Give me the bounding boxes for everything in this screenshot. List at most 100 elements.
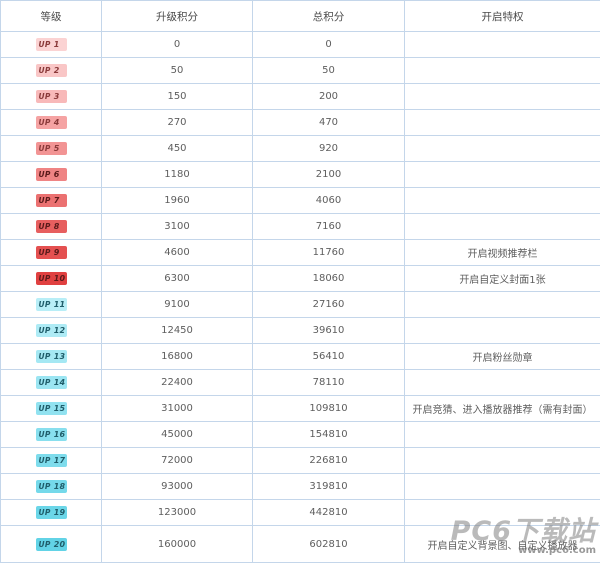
upgrade-points-cell: 3100 <box>102 214 253 240</box>
badge-prefix: UP <box>39 540 51 549</box>
total-points-cell: 200 <box>253 84 405 110</box>
total-points-cell: 4060 <box>253 188 405 214</box>
badge-level-number: 4 <box>54 118 60 127</box>
badge-level-number: 12 <box>54 326 66 335</box>
level-badge: UP4 <box>36 116 67 129</box>
header-row: 等级 升级积分 总积分 开启特权 <box>1 1 600 32</box>
upgrade-points-cell: 16800 <box>102 344 253 370</box>
privilege-cell <box>405 318 600 344</box>
privilege-cell <box>405 110 600 136</box>
upgrade-points-cell: 12450 <box>102 318 253 344</box>
total-points-cell: 442810 <box>253 500 405 526</box>
table-row: UP4270470 <box>1 110 600 136</box>
level-cell: UP5 <box>1 136 102 162</box>
privilege-cell <box>405 500 600 526</box>
privilege-cell <box>405 370 600 396</box>
badge-level-number: 20 <box>54 540 66 549</box>
total-points-cell: 39610 <box>253 318 405 344</box>
badge-prefix: UP <box>39 300 51 309</box>
upgrade-points-cell: 123000 <box>102 500 253 526</box>
level-badge: UP2 <box>36 64 67 77</box>
level-cell: UP16 <box>1 422 102 448</box>
badge-prefix: UP <box>39 508 51 517</box>
level-cell: UP20 <box>1 526 102 563</box>
table-row: UP20160000602810开启自定义背景图、自定义播放器 <box>1 526 600 563</box>
upgrade-points-cell: 1960 <box>102 188 253 214</box>
level-cell: UP19 <box>1 500 102 526</box>
upgrade-points-cell: 50 <box>102 58 253 84</box>
badge-prefix: UP <box>39 326 51 335</box>
header-privileges: 开启特权 <box>405 1 600 32</box>
privilege-cell <box>405 84 600 110</box>
table-row: UP7 19604060 <box>1 188 600 214</box>
upgrade-points-cell: 93000 <box>102 474 253 500</box>
badge-level-number: 15 <box>54 404 66 413</box>
badge-level-number: 16 <box>54 430 66 439</box>
badge-level-number: 18 <box>54 482 66 491</box>
upgrade-points-cell: 450 <box>102 136 253 162</box>
badge-prefix: UP <box>39 352 51 361</box>
level-cell: UP2 <box>1 58 102 84</box>
level-badge: UP16 <box>36 428 67 441</box>
badge-level-number: 3 <box>54 92 60 101</box>
table-row: UP131680056410开启粉丝勋章 <box>1 344 600 370</box>
badge-prefix: UP <box>39 66 51 75</box>
total-points-cell: 154810 <box>253 422 405 448</box>
upgrade-points-cell: 9100 <box>102 292 253 318</box>
table-row: UP19123000442810 <box>1 500 600 526</box>
level-cell: UP13 <box>1 344 102 370</box>
badge-prefix: UP <box>39 274 51 283</box>
level-badge: UP18 <box>36 480 67 493</box>
badge-level-number: 6 <box>54 170 60 179</box>
upgrade-points-cell: 72000 <box>102 448 253 474</box>
table-row: UP9460011760开启视频推荐栏 <box>1 240 600 266</box>
privilege-cell <box>405 422 600 448</box>
upgrade-points-cell: 4600 <box>102 240 253 266</box>
table-row: UP142240078110 <box>1 370 600 396</box>
total-points-cell: 27160 <box>253 292 405 318</box>
level-badge: UP6 <box>36 168 67 181</box>
privilege-cell: 开启自定义封面1张 <box>405 266 600 292</box>
table-row: UP10630018060开启自定义封面1张 <box>1 266 600 292</box>
badge-prefix: UP <box>39 196 51 205</box>
badge-level-number: 8 <box>54 222 60 231</box>
level-cell: UP14 <box>1 370 102 396</box>
total-points-cell: 7160 <box>253 214 405 240</box>
level-table: 等级 升级积分 总积分 开启特权 UP100UP25050UP3150200UP… <box>0 0 600 563</box>
table-row: UP2 5050 <box>1 58 600 84</box>
badge-level-number: 5 <box>54 144 60 153</box>
privilege-cell <box>405 58 600 84</box>
upgrade-points-cell: 270 <box>102 110 253 136</box>
upgrade-points-cell: 45000 <box>102 422 253 448</box>
privilege-cell <box>405 32 600 58</box>
level-rows: UP100UP25050UP3150200UP4270470UP5450920U… <box>1 32 600 563</box>
badge-level-number: 17 <box>54 456 66 465</box>
total-points-cell: 226810 <box>253 448 405 474</box>
level-cell: UP3 <box>1 84 102 110</box>
privilege-cell <box>405 162 600 188</box>
privilege-cell: 开启自定义背景图、自定义播放器 <box>405 526 600 563</box>
upgrade-points-cell: 22400 <box>102 370 253 396</box>
table-row: UP1772000226810 <box>1 448 600 474</box>
badge-level-number: 11 <box>54 300 66 309</box>
level-cell: UP17 <box>1 448 102 474</box>
badge-prefix: UP <box>39 222 51 231</box>
level-cell: UP1 <box>1 32 102 58</box>
upgrade-points-cell: 160000 <box>102 526 253 563</box>
badge-level-number: 19 <box>54 508 66 517</box>
upgrade-points-cell: 31000 <box>102 396 253 422</box>
badge-level-number: 1 <box>54 40 60 49</box>
privilege-cell <box>405 136 600 162</box>
badge-level-number: 7 <box>54 196 60 205</box>
privilege-cell: 开启竞猜、进入播放器推荐（需有封面） <box>405 396 600 422</box>
level-badge: UP10 <box>36 272 67 285</box>
table-row: UP1531000109810开启竞猜、进入播放器推荐（需有封面） <box>1 396 600 422</box>
badge-level-number: 14 <box>54 378 66 387</box>
table-row: UP611802100 <box>1 162 600 188</box>
table-row: UP5450920 <box>1 136 600 162</box>
badge-level-number: 9 <box>54 248 60 257</box>
total-points-cell: 2100 <box>253 162 405 188</box>
upgrade-points-cell: 0 <box>102 32 253 58</box>
total-points-cell: 50 <box>253 58 405 84</box>
badge-prefix: UP <box>39 144 51 153</box>
